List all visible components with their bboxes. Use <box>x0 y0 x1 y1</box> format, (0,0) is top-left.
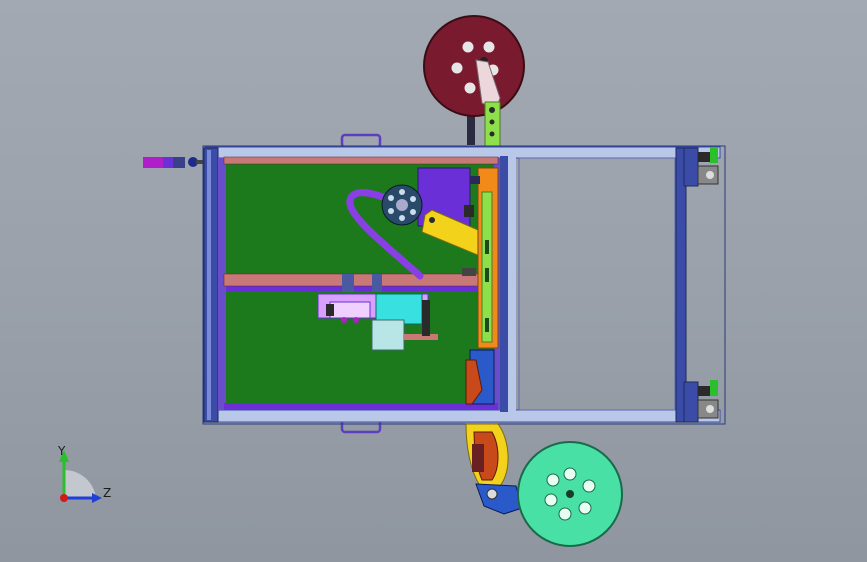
cable-connector[interactable] <box>143 157 206 168</box>
coordinate-triad-icon: Y Z <box>57 444 111 503</box>
cad-graphics-viewport[interactable]: Y Z <box>0 0 867 562</box>
top-reel-assembly[interactable] <box>423 15 525 151</box>
bottom-reel-assembly[interactable] <box>465 423 623 547</box>
reel-icon <box>423 15 525 117</box>
z-axis-label: Z <box>103 486 111 500</box>
top-handle[interactable] <box>340 133 382 149</box>
roller[interactable] <box>381 184 423 226</box>
y-axis-label: Y <box>57 444 66 458</box>
caster-wheel-icon <box>697 147 719 185</box>
caster-wheel-icon <box>697 380 719 419</box>
